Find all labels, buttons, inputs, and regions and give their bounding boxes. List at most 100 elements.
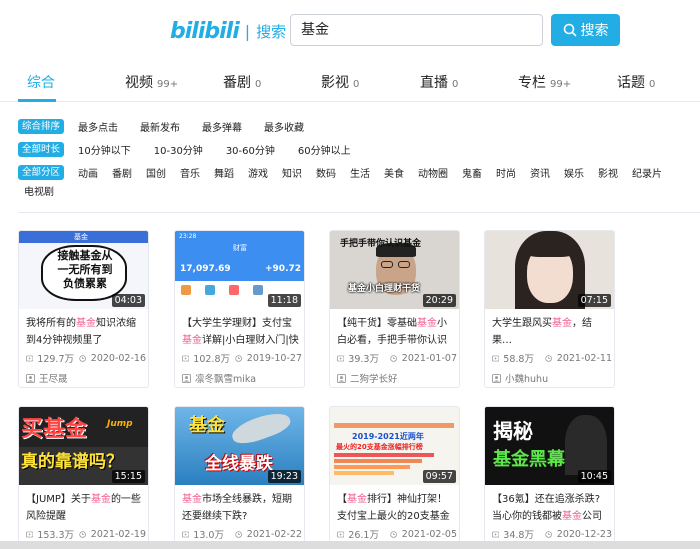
play-count: 39.3万 (348, 354, 379, 365)
filter-option[interactable]: 音乐 (180, 165, 200, 180)
video-meta: 102.8万 2019-10-27 (182, 351, 302, 365)
tab-movie[interactable]: 影视 0 (321, 72, 359, 92)
title-text: 我将所有的 (26, 318, 76, 329)
video-card[interactable]: 2019-2021近两年 最火的20支基金涨幅排行榜 09:57 【基金排行】神… (329, 406, 460, 549)
filter-option[interactable]: 电视剧 (24, 183, 54, 198)
filter-option[interactable]: 10-30分钟 (154, 142, 203, 157)
thumb-caption: 17,097.69 (180, 264, 231, 274)
thumb-caption: 最火的20支基金涨幅排行榜 (336, 443, 423, 451)
bilibili-logo[interactable]: bilibili | 搜索 (170, 16, 286, 46)
video-thumbnail[interactable]: 23:28 财富 17,097.69 +90.72 11:18 (175, 231, 304, 309)
video-title[interactable]: 【基金排行】神仙打架！支付宝上最火的20支基金近2 (337, 491, 455, 525)
filter-option[interactable]: 国创 (146, 165, 166, 180)
video-card[interactable]: 23:28 财富 17,097.69 +90.72 11:18 【大学生学理财】… (174, 230, 305, 388)
filter-option[interactable]: 10分钟以下 (78, 142, 131, 157)
video-card[interactable]: 07:15 大学生跟风买基金，结果… 58.8万 2021-02-11 小魏hu… (484, 230, 615, 388)
video-thumbnail[interactable]: 基金 全线暴跌 19:23 (175, 407, 304, 485)
filter-option[interactable]: 生活 (350, 165, 370, 180)
filter-sort-label[interactable]: 综合排序 (18, 118, 65, 134)
video-title[interactable]: 我将所有的基金知识浓缩到4分钟视频里了 (26, 315, 144, 349)
filter-option[interactable]: 番剧 (112, 165, 132, 180)
filter-option[interactable]: 动画 (78, 165, 98, 180)
filter-option[interactable]: 最多弹幕 (202, 119, 242, 134)
thumb-caption: +90.72 (265, 264, 302, 274)
video-title[interactable]: 大学生跟风买基金，结果… (492, 315, 610, 349)
up-icon (337, 373, 346, 383)
video-title[interactable]: 【大学生学理财】支付宝基金详解|小白理财入门|快乐基 (182, 315, 300, 349)
video-duration: 15:15 (111, 470, 145, 483)
filter-option[interactable]: 60分钟以上 (298, 142, 351, 157)
filter-option[interactable]: 鬼畜 (462, 165, 482, 180)
tab-live[interactable]: 直播 0 (420, 72, 458, 92)
filter-option[interactable]: 影视 (598, 165, 618, 180)
filter-option[interactable]: 最多收藏 (264, 119, 304, 134)
video-card[interactable]: 基金 接触基金从 一无所有到 负债累累 04:03 我将所有的基金知识浓缩到4分… (18, 230, 149, 388)
filter-option[interactable]: 资讯 (530, 165, 550, 180)
video-thumbnail[interactable]: 07:15 (485, 231, 614, 309)
video-card[interactable]: 揭秘 基金黑幕 10:45 【36氪】还在追涨杀跌? 当心你的钱都被基金公司套路… (484, 406, 615, 549)
filter-duration-label[interactable]: 全部时长 (18, 141, 65, 157)
video-meta: 13.0万 2021-02-22 (182, 527, 302, 541)
result-tabs: 综合 视频 99+ 番剧 0 影视 0 直播 0 专栏 99+ 话题 0 (0, 66, 700, 102)
tab-all[interactable]: 综合 (27, 72, 55, 92)
video-title[interactable]: 【纯干货】零基础基金小白必看，手把手带你认识基 (337, 315, 455, 349)
play-count-icon (182, 355, 190, 361)
video-card[interactable]: 买基金 真的靠谱吗？ Jump 15:15 【JUMP】关于基金的一些风险提醒 … (18, 406, 149, 549)
tab-topic[interactable]: 话题 0 (617, 72, 655, 92)
author-name: 二狗学长好 (350, 374, 398, 385)
tab-label: 话题 (617, 75, 645, 91)
video-thumbnail[interactable]: 2019-2021近两年 最火的20支基金涨幅排行榜 09:57 (330, 407, 459, 485)
tab-article[interactable]: 专栏 99+ (518, 72, 571, 92)
video-author[interactable]: 小魏huhu (492, 371, 548, 385)
video-title[interactable]: 【36氪】还在追涨杀跌? 当心你的钱都被基金公司套路 (492, 491, 610, 525)
filter-option[interactable]: 时尚 (496, 165, 516, 180)
video-author[interactable]: 凛冬飘雪mika (182, 371, 256, 385)
filter-zone-label[interactable]: 全部分区 (18, 164, 65, 180)
upload-date: 2021-01-07 (401, 352, 457, 364)
video-thumbnail[interactable]: 买基金 真的靠谱吗？ Jump 15:15 (19, 407, 148, 485)
video-author[interactable]: 二狗学长好 (337, 371, 398, 385)
tab-count: 0 (452, 79, 459, 90)
author-name: 小魏huhu (505, 374, 549, 385)
play-count: 102.8万 (193, 354, 230, 365)
filter-option[interactable]: 舞蹈 (214, 165, 234, 180)
title-highlight: 基金 (552, 318, 572, 329)
filter-option[interactable]: 最多点击 (78, 119, 118, 134)
video-meta: 58.8万 2021-02-11 (492, 351, 612, 365)
tab-bangumi[interactable]: 番剧 0 (223, 72, 261, 92)
tab-label: 直播 (420, 75, 448, 91)
video-thumbnail[interactable]: 手把手带你认识基金 基金小白理财干货 20:29 (330, 231, 459, 309)
filter-option[interactable]: 纪录片 (632, 165, 662, 180)
logo-mark: bilibili (170, 18, 240, 44)
filter-option[interactable]: 数码 (316, 165, 336, 180)
filter-option[interactable]: 美食 (384, 165, 404, 180)
tab-count: 99+ (550, 79, 572, 90)
video-card[interactable]: 手把手带你认识基金 基金小白理财干货 20:29 【纯干货】零基础基金小白必看，… (329, 230, 460, 388)
filter-option[interactable]: 娱乐 (564, 165, 584, 180)
thumb-caption: 真的靠谱吗？ (21, 452, 123, 472)
filter-option[interactable]: 30-60分钟 (226, 142, 275, 157)
video-title[interactable]: 基金市场全线暴跌，短期还要继续下跌? (182, 491, 300, 525)
tab-label: 综合 (27, 75, 55, 91)
upload-date: 2020-02-16 (90, 352, 146, 364)
video-meta: 153.3万 2021-02-19 (26, 527, 146, 541)
video-author[interactable]: 王尽晟 (26, 371, 68, 385)
video-title[interactable]: 【JUMP】关于基金的一些风险提醒 (26, 491, 144, 525)
logo-separator: | (244, 21, 251, 41)
search-button[interactable]: 搜索 (551, 14, 620, 46)
title-highlight: 基金 (417, 318, 437, 329)
video-thumbnail[interactable]: 揭秘 基金黑幕 10:45 (485, 407, 614, 485)
date-icon (79, 354, 87, 362)
video-thumbnail[interactable]: 基金 接触基金从 一无所有到 负债累累 04:03 (19, 231, 148, 309)
filter-option[interactable]: 知识 (282, 165, 302, 180)
video-card[interactable]: 基金 全线暴跌 19:23 基金市场全线暴跌，短期还要继续下跌? 13.0万 2… (174, 406, 305, 549)
filter-option[interactable]: 最新发布 (140, 119, 180, 134)
filter-option[interactable]: 游戏 (248, 165, 268, 180)
thumb-caption: 基金黑幕 (493, 449, 565, 470)
thumb-caption: 全线暴跌 (205, 454, 273, 474)
tab-video[interactable]: 视频 99+ (125, 72, 178, 92)
thumb-caption: 2019-2021近两年 (352, 432, 424, 441)
filter-option[interactable]: 动物圈 (418, 165, 448, 180)
search-input[interactable]: 基金 (290, 14, 543, 46)
up-icon (26, 373, 35, 383)
